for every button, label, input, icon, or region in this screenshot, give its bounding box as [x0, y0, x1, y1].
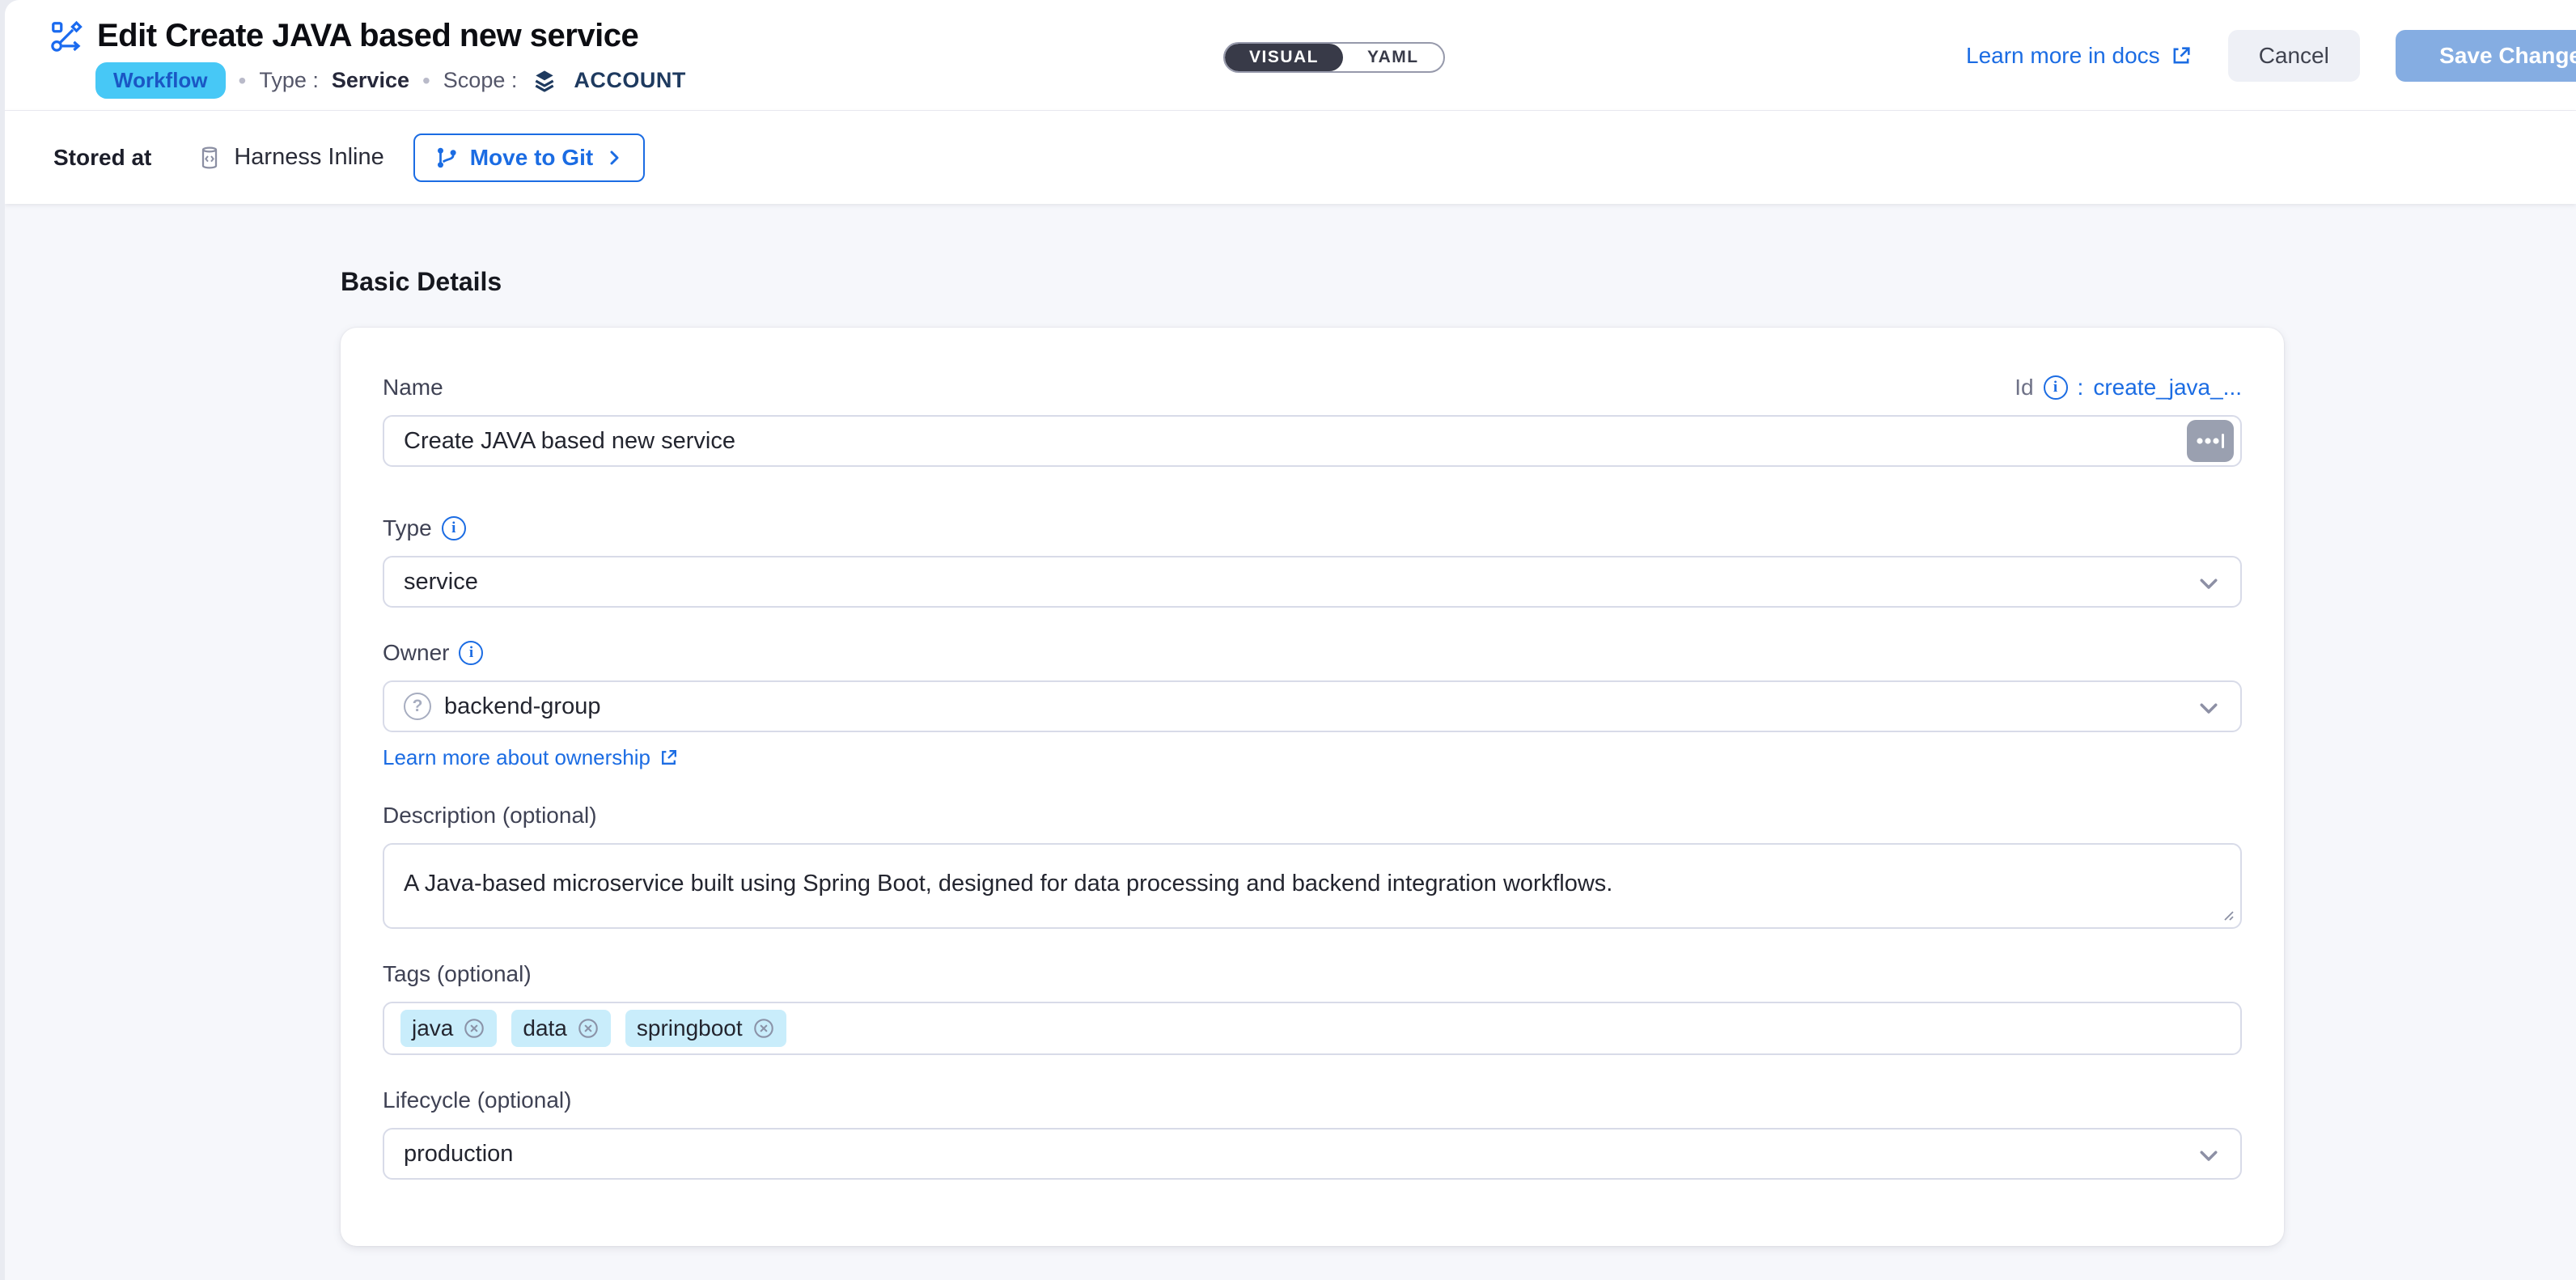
basic-details-card: Name Id i : create_java_... — [341, 328, 2284, 1246]
page-title: Edit Create JAVA based new service — [97, 18, 638, 54]
stored-at-label: Stored at — [53, 145, 151, 171]
lifecycle-select[interactable]: production — [383, 1128, 2242, 1180]
lifecycle-label: Lifecycle (optional) — [383, 1087, 571, 1113]
runtime-input-button[interactable] — [2187, 420, 2234, 462]
chevron-down-icon — [2197, 1143, 2221, 1168]
tag-label: java — [412, 1015, 453, 1041]
tag-label: data — [523, 1015, 567, 1041]
app-window: Edit Create JAVA based new service Workf… — [5, 0, 2576, 1280]
id-value-link[interactable]: create_java_... — [2093, 375, 2242, 401]
lifecycle-select-value: production — [404, 1141, 513, 1168]
id-label: Id — [2015, 375, 2033, 401]
owner-label-text: Owner — [383, 640, 449, 666]
question-circle-icon: ? — [404, 693, 431, 720]
tag-remove-icon[interactable] — [577, 1017, 600, 1040]
cancel-button[interactable]: Cancel — [2228, 30, 2360, 82]
name-label: Name — [383, 375, 443, 401]
runtime-input-icon — [2187, 420, 2234, 462]
lifecycle-field-group: Lifecycle (optional) production — [383, 1087, 2242, 1180]
separator-dot: • — [422, 68, 430, 94]
inline-code-icon — [197, 145, 222, 171]
docs-link-label: Learn more in docs — [1966, 43, 2160, 69]
owner-select[interactable]: ? backend-group — [383, 680, 2242, 732]
owner-select-value: backend-group — [444, 693, 600, 720]
type-field-group: Type i service — [383, 515, 2242, 608]
scope-value: ACCOUNT — [574, 68, 686, 93]
storage-bar: Stored at Harness Inline Move to Git — [5, 111, 2576, 204]
type-select-value: service — [404, 569, 478, 595]
type-select[interactable]: service — [383, 556, 2242, 608]
header-actions: Learn more in docs Cancel Save Changes — [1966, 0, 2576, 111]
tags-input[interactable]: java data springboot — [383, 1002, 2242, 1055]
toggle-yaml[interactable]: YAML — [1343, 44, 1443, 71]
info-icon[interactable]: i — [2044, 375, 2068, 400]
id-row: Id i : create_java_... — [2015, 375, 2242, 401]
toggle-visual[interactable]: VISUAL — [1225, 44, 1343, 71]
type-label: Type i — [383, 515, 466, 541]
main-content: Basic Details Name Id i : create_java_..… — [5, 204, 2576, 1246]
description-textarea[interactable] — [383, 843, 2242, 929]
workflow-badge: Workflow — [95, 62, 226, 99]
section-title: Basic Details — [341, 267, 2576, 297]
workflow-icon — [50, 20, 83, 53]
git-branch-icon — [434, 146, 459, 170]
tags-label: Tags (optional) — [383, 961, 532, 987]
tag-label: springboot — [637, 1015, 743, 1041]
name-field-group: Name Id i : create_java_... — [383, 375, 2242, 467]
separator-dot: • — [239, 68, 247, 94]
move-to-git-label: Move to Git — [470, 145, 593, 171]
visual-yaml-toggle: VISUAL YAML — [1223, 42, 1445, 73]
tag-remove-icon[interactable] — [752, 1017, 775, 1040]
ownership-help-label: Learn more about ownership — [383, 745, 650, 770]
description-field-group: Description (optional) — [383, 803, 2242, 929]
id-separator: : — [2078, 375, 2084, 401]
tag-chip[interactable]: springboot — [625, 1010, 786, 1047]
page-header: Edit Create JAVA based new service Workf… — [5, 0, 2576, 111]
save-changes-button[interactable]: Save Changes — [2396, 30, 2576, 82]
info-icon[interactable]: i — [459, 641, 483, 665]
tags-list: java data springboot — [400, 1010, 786, 1047]
chevron-down-icon — [2197, 696, 2221, 720]
tag-chip[interactable]: data — [511, 1010, 611, 1047]
type-value: Service — [332, 68, 409, 93]
chevron-right-icon — [604, 148, 624, 167]
name-input[interactable] — [383, 415, 2242, 467]
description-label: Description (optional) — [383, 803, 597, 829]
learn-more-docs-link[interactable]: Learn more in docs — [1966, 43, 2193, 69]
chevron-down-icon — [2197, 571, 2221, 595]
tag-chip[interactable]: java — [400, 1010, 497, 1047]
ownership-help-link[interactable]: Learn more about ownership — [383, 745, 679, 770]
external-link-icon — [659, 748, 679, 768]
info-icon[interactable]: i — [442, 516, 466, 540]
owner-field-group: Owner i ? backend-group Learn more about… — [383, 640, 2242, 770]
type-label: Type : — [259, 68, 319, 93]
move-to-git-button[interactable]: Move to Git — [413, 134, 645, 182]
storage-type-value: Harness Inline — [234, 144, 383, 171]
owner-label: Owner i — [383, 640, 483, 666]
scope-label: Scope : — [443, 68, 518, 93]
type-label-text: Type — [383, 515, 432, 541]
tag-remove-icon[interactable] — [463, 1017, 485, 1040]
external-link-icon — [2170, 45, 2193, 67]
tags-field-group: Tags (optional) java data springboot — [383, 961, 2242, 1055]
layers-icon — [532, 68, 557, 94]
